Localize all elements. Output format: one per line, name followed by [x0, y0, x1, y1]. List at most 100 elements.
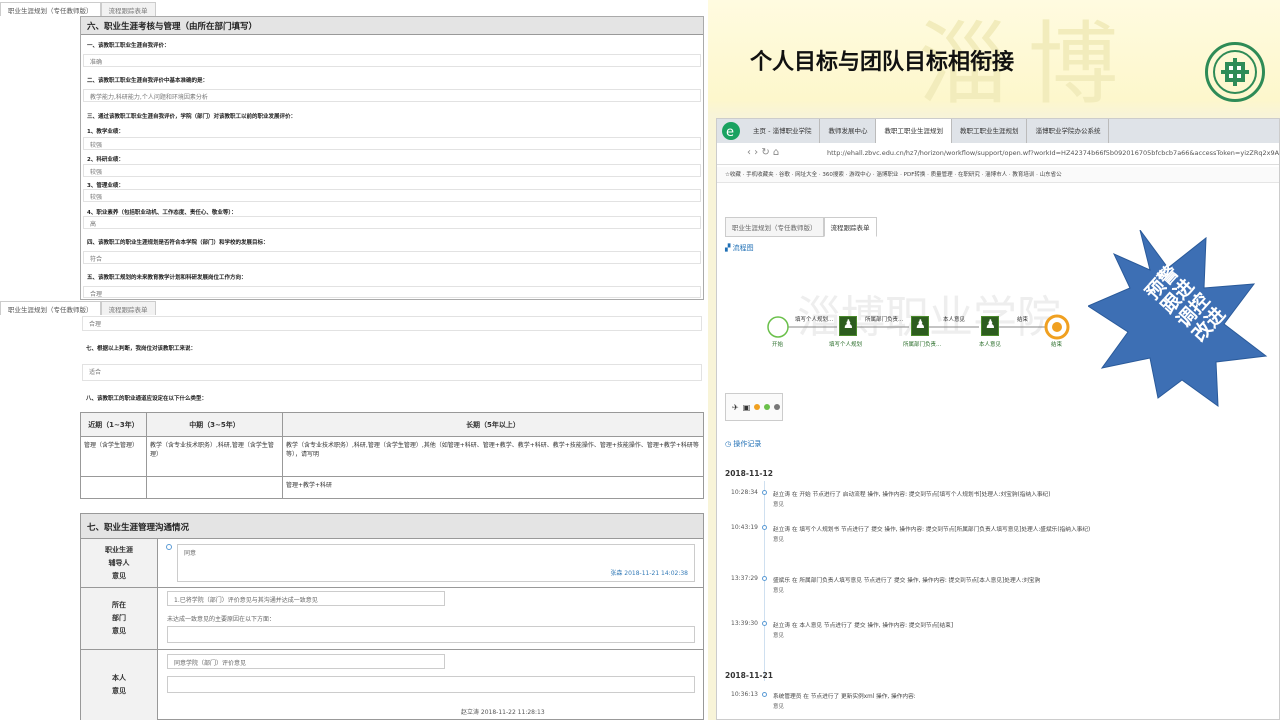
log-entry: 盛斌乐 在 所属部门负责人填写意见 节点进行了 提交 操作, 操作内容: 提交到…	[773, 578, 1041, 584]
question-3-1: 1、教学业绩：	[87, 129, 124, 135]
question-3-2: 2、科研业绩：	[87, 157, 124, 163]
log-opinion-link[interactable]: 意见	[773, 535, 784, 543]
answer-4[interactable]: 符合	[83, 251, 701, 264]
inner-tab-flow-tracking[interactable]: 流程跟踪表单	[823, 217, 877, 237]
table-cell[interactable]: 教学（含专业技术职务）,科研,管理（含学生管理）	[146, 436, 283, 477]
section7-title: 七、职业生涯管理沟通情况	[81, 514, 703, 539]
table-cell[interactable]	[80, 476, 147, 499]
answer-3-2[interactable]: 较强	[83, 164, 701, 177]
tab-career-plan-2[interactable]: 职业生涯规划（专任教师版）	[0, 301, 101, 315]
status-dot-icon[interactable]	[774, 404, 781, 410]
log-date: 2018-11-12	[725, 469, 773, 478]
question-3: 三、通过该教职工职业生涯自我评价，学院（部门）对该教职工以前的职业发展评价：	[87, 114, 297, 120]
nav-buttons-icon[interactable]: ‹ › ↻ ⌂	[747, 147, 779, 158]
table-cell[interactable]: 教学（含专业技术职务）,科研,管理（含学生管理）,其他（如管理+科研、管理+教学…	[282, 436, 704, 477]
log-entry: 赵立涛 在 本人意见 节点进行了 提交 操作, 操作内容: 提交到节点[结束]	[773, 623, 954, 629]
flow-node-dept-head[interactable]: ♟	[911, 316, 929, 336]
self-opinion-field[interactable]: 同意学院（部门）评价意见	[167, 654, 445, 669]
advisor-comment-text: 同意	[184, 550, 197, 557]
advisor-comment-box: 同意 张森 2018-11-21 14:02:38	[177, 544, 695, 582]
table-cell[interactable]: 管理+教学+科研	[282, 476, 704, 499]
answer-3-1[interactable]: 较强	[83, 137, 701, 150]
timeline-dot-icon	[762, 490, 767, 495]
answer-3-3[interactable]: 较强	[83, 189, 701, 202]
self-opinion-label: 本人 意见	[81, 650, 158, 720]
timeline-line	[764, 481, 765, 681]
flow-node-label: 所属部门负责...	[903, 342, 942, 348]
flow-edge-label: 结束	[1017, 317, 1029, 323]
log-opinion-link[interactable]: 意见	[773, 631, 784, 639]
right-slide-panel: 淄 博 个人目标与团队目标相衔接 e 主页 - 淄博职业学院 教师发展中心 教职…	[708, 0, 1280, 720]
log-time: 10:43:19	[731, 524, 758, 531]
browser-tab-bar: e 主页 - 淄博职业学院 教师发展中心 教职工职业生涯规划 教职工职业生涯规划…	[717, 119, 1279, 143]
browser-tab-career-plan-2[interactable]: 教职工职业生涯规划	[952, 119, 1028, 143]
tab-flow-tracking-2[interactable]: 流程跟踪表单	[100, 301, 156, 315]
flow-node-fill-plan[interactable]: ♟	[839, 316, 857, 336]
flow-node-label: 填写个人规划	[829, 342, 863, 348]
department-opinion-label: 所在 部门 意见	[81, 588, 158, 649]
address-bar[interactable]: ‹ › ↻ ⌂ http://ehall.zbvc.edu.cn/hz7/hor…	[717, 143, 1280, 165]
browser-tab-office[interactable]: 淄博职业学院办公系统	[1027, 119, 1110, 143]
question-3-4: 4、职业素养（包括职业动机、工作态度、责任心、敬业等）：	[87, 210, 237, 216]
self-opinion-row: 本人 意见 同意学院（部门）评价意见 赵立涛 2018-11-22 11:28:…	[81, 650, 703, 720]
url-text: http://ehall.zbvc.edu.cn/hz7/horizon/wor…	[827, 149, 1280, 157]
flow-node-self-opinion[interactable]: ♟	[981, 316, 999, 336]
slide-title: 个人目标与团队目标相衔接	[750, 50, 1015, 75]
department-reason-field[interactable]	[167, 626, 695, 643]
log-date: 2018-11-21	[725, 671, 773, 680]
log-opinion-link[interactable]: 意见	[773, 500, 784, 508]
svg-text:e: e	[726, 125, 734, 140]
department-opinion-field[interactable]: 1.已将学院（部门）评价意见与其沟通并达成一致意见	[167, 591, 445, 606]
ops-heading: ◷ 操作记录	[725, 439, 761, 449]
table-header-near: 近期（1~3年）	[80, 412, 147, 437]
question-8: 八、该教职工的职业通道应设定在以下什么类型：	[86, 396, 208, 402]
self-opinion-extra-field[interactable]	[167, 676, 695, 693]
log-opinion-link[interactable]: 意见	[773, 586, 784, 594]
answer-5[interactable]: 合理	[82, 316, 702, 331]
status-dot-icon[interactable]	[764, 404, 771, 410]
section6-title: 六、职业生涯考核与管理（由所在部门填写）	[81, 17, 703, 35]
answer-2[interactable]: 教学能力,科研能力,个人问题和环境因素分析	[83, 89, 701, 102]
question-7: 七、根据以上判断，我岗位对该教职工来说：	[86, 346, 197, 352]
tab-flow-tracking[interactable]: 流程跟踪表单	[100, 2, 156, 16]
log-entry: 赵立涛 在 开始 节点进行了 启动流程 操作, 操作内容: 提交到节点[填写个人…	[773, 492, 1051, 498]
comment-dot-icon	[166, 544, 172, 550]
flow-toolbar: ✈ ▣	[725, 393, 783, 421]
inner-tab-career-plan[interactable]: 职业生涯规划（专任教师版）	[725, 217, 824, 237]
question-4: 四、该教职工的职业生涯规划是否符合本学院（部门）和学校的发展目标：	[87, 240, 269, 246]
answer-5-partial[interactable]: 合理	[83, 286, 701, 298]
section6-panel: 六、职业生涯考核与管理（由所在部门填写） 一、该教职工职业生涯自我评价： 准确 …	[80, 16, 704, 300]
advisor-signature: 张森 2018-11-21 14:02:38	[610, 570, 688, 577]
question-5: 五、该教职工规划的未来教育教学计划和科研发展岗位工作方向：	[87, 275, 247, 281]
inner-tab-bar: 职业生涯规划（专任教师版） 流程跟踪表单	[725, 217, 877, 237]
timeline-dot-icon	[762, 692, 767, 697]
browser-tab-teacher-dev[interactable]: 教师发展中心	[820, 119, 877, 143]
question-2: 二、该教职工职业生涯自我评价中基本准确的是：	[87, 78, 209, 84]
department-reason-label: 未达成一致意见的主要原因在以下方面：	[167, 616, 276, 623]
question-3-3: 3、管理业绩：	[87, 183, 124, 189]
top-tab-bar: 职业生涯规划（专任教师版） 流程跟踪表单	[0, 2, 156, 16]
answer-7[interactable]: 适合	[82, 364, 702, 381]
chart-icon: ▞	[725, 244, 733, 252]
advisor-opinion-label: 职业生涯 辅导人 意见	[81, 539, 158, 587]
log-time: 13:39:30	[731, 620, 758, 627]
tab-career-plan[interactable]: 职业生涯规划（专任教师版）	[0, 2, 101, 16]
browser-tab-career-plan[interactable]: 教职工职业生涯规划	[876, 119, 952, 143]
table-cell[interactable]	[146, 476, 283, 499]
image-icon[interactable]: ▣	[743, 403, 751, 412]
svg-text:博: 博	[1028, 12, 1118, 115]
table-header-long: 长期（5年以上）	[282, 412, 704, 437]
table-cell[interactable]: 管理（含学生管理）	[80, 436, 147, 477]
timeline-dot-icon	[762, 621, 767, 626]
flow-edge-label: 所属部门负责...	[865, 317, 904, 323]
browser-tab-home[interactable]: 主页 - 淄博职业学院	[745, 119, 821, 143]
plane-icon[interactable]: ✈	[732, 403, 739, 412]
status-dot-icon[interactable]	[754, 404, 761, 410]
answer-3-4[interactable]: 高	[83, 216, 701, 229]
answer-1[interactable]: 准确	[83, 54, 701, 67]
favorites-bar[interactable]: ☆收藏 · 手机收藏夹 · 谷歌 · 网址大全 · 360搜索 · 游戏中心 ·…	[717, 167, 1279, 183]
flow-heading: ▞ 流程图	[725, 243, 754, 253]
section7-panel: 七、职业生涯管理沟通情况 职业生涯 辅导人 意见 同意 张森 2018-11-2…	[80, 513, 704, 720]
timeline-dot-icon	[762, 525, 767, 530]
log-opinion-link[interactable]: 意见	[773, 702, 784, 710]
